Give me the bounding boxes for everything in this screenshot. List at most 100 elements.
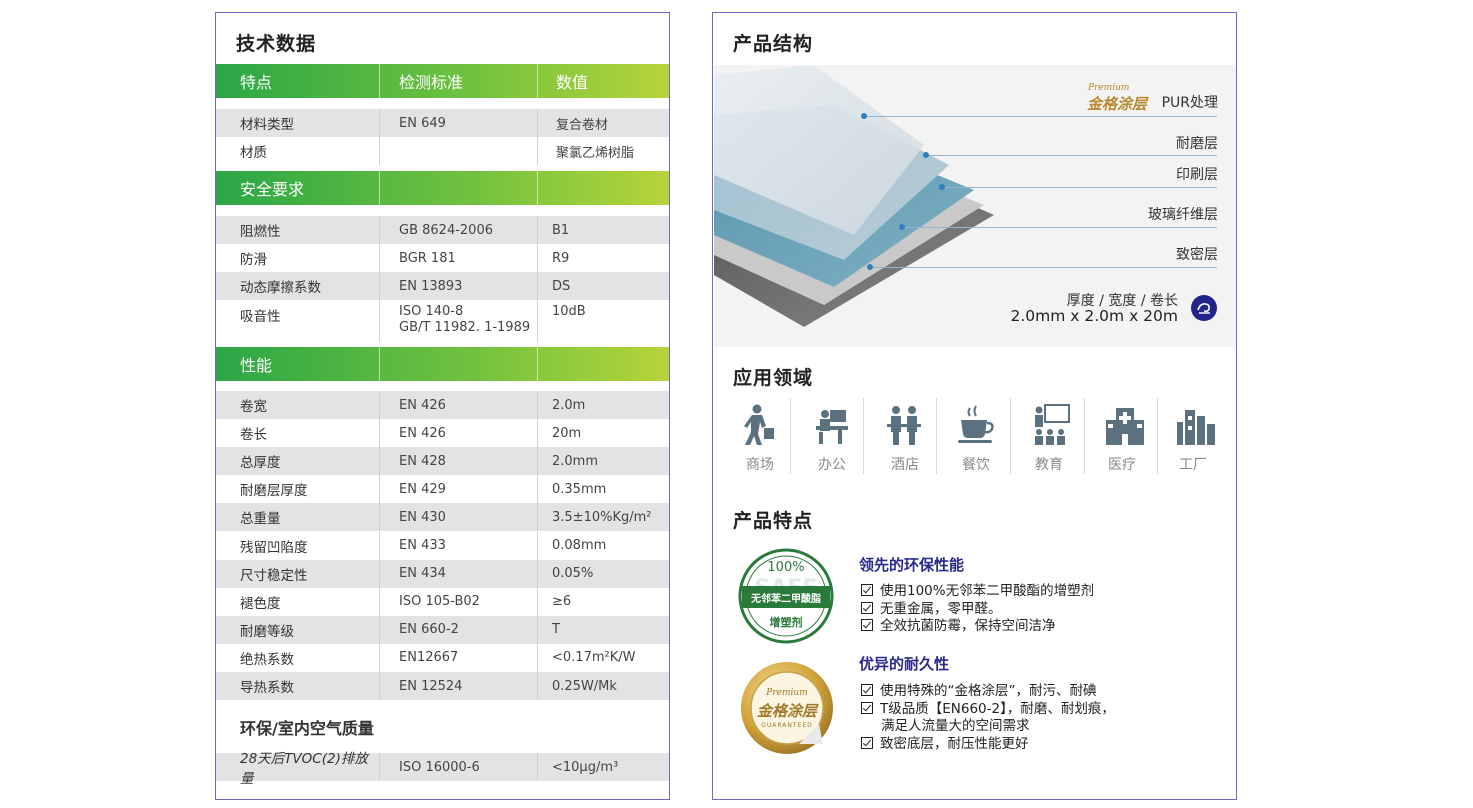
row-value: 2.0mm	[552, 453, 599, 469]
office-desk-icon	[816, 410, 848, 444]
header-feature: 特点	[240, 73, 273, 92]
row-name: 动态摩擦系数	[240, 280, 321, 296]
row-standard: EN 12524	[399, 678, 463, 694]
feature2-item: 使用特殊的“金格涂层”，耐污、耐碘	[861, 679, 1097, 699]
row-value: 20m	[552, 425, 582, 441]
row-standard-line2: GB/T 11982. 1-1989	[399, 320, 531, 335]
row-name: 导热系数	[240, 680, 294, 696]
layer-label-print: 印刷层	[1176, 167, 1218, 183]
row-value: DS	[552, 278, 571, 294]
safe-badge: 100% SAFE 无邻苯二甲酸脂 增塑剂	[738, 548, 834, 644]
row-value: <0.17m²K/W	[552, 650, 636, 666]
tech-data-title: 技术数据	[236, 33, 317, 55]
row-value: 复合卷材	[556, 117, 609, 133]
leader-dot	[899, 224, 905, 230]
safe-ribbon: 无邻苯二甲酸脂	[751, 594, 821, 605]
row-name: 吸音性	[240, 309, 281, 325]
row-standard	[399, 137, 549, 165]
hotel-staff-icon	[887, 406, 921, 445]
layer-label-wear: 耐磨层	[1176, 136, 1218, 152]
row-value: 0.08mm	[552, 538, 607, 553]
feature2-title: 优异的耐久性	[859, 655, 950, 673]
safe-percent: 100%	[767, 560, 805, 575]
features-title: 产品特点	[733, 510, 814, 532]
brand-premium: Premium	[1088, 83, 1130, 93]
table-row: 尺寸稳定性 EN 434 0.05%	[216, 559, 669, 588]
row-name: 总厚度	[240, 455, 281, 472]
safety-header: 安全要求	[216, 171, 669, 205]
row-value: <10μg/m³	[552, 759, 619, 775]
row-name: 尺寸稳定性	[240, 567, 308, 584]
table-row: 卷宽 EN 426 2.0m	[216, 391, 669, 419]
row-name: 材质	[240, 145, 267, 161]
dims-value: 2.0mm x 2.0m x 20m	[1010, 307, 1178, 325]
env-header: 环保/室内空气质量	[240, 719, 374, 738]
performance-header: 性能	[216, 347, 669, 381]
row-value: 0.05%	[552, 566, 594, 582]
row-standard: EN 429	[399, 481, 446, 497]
table-row: 阻燃性 GB 8624-2006 B1	[216, 216, 669, 244]
table-row: 材质 聚氯乙烯树脂	[216, 137, 669, 165]
application-title: 应用领域	[733, 367, 814, 389]
table-row: 绝热系数 EN12667 <0.17m²K/W	[216, 643, 669, 672]
feature1-item: 全效抗菌防霉，保持空间洁净	[861, 614, 1056, 634]
row-standard: EN 13893	[399, 278, 463, 294]
row-value: ≥6	[552, 594, 572, 610]
brand-logo: 金格涂层	[1087, 95, 1148, 113]
app-hotel: 酒店	[870, 398, 940, 474]
row-value: 2.0m	[552, 397, 586, 413]
table-row: 防滑 BGR 181 R9	[216, 244, 669, 272]
leader-line	[903, 227, 1217, 228]
app-label: 酒店	[891, 457, 919, 473]
header-value: 数值	[556, 73, 589, 92]
safe-bottom: 增塑剂	[769, 616, 803, 629]
app-label: 医疗	[1108, 457, 1136, 473]
roll-icon	[1191, 295, 1217, 321]
row-standard: GB 8624-2006	[399, 222, 493, 238]
feature2-item-cont: 满足人流量大的空间需求	[881, 718, 1030, 734]
feature1-item: 使用100%无邻苯二甲酸酯的增塑剂	[861, 579, 1094, 599]
row-standard: BGR 181	[399, 250, 456, 266]
table-row: 动态摩擦系数 EN 13893 DS	[216, 272, 669, 300]
row-standard: EN12667	[399, 650, 459, 666]
app-label: 办公	[818, 457, 846, 473]
app-label: 商场	[746, 457, 774, 473]
checkbox-icon	[861, 619, 873, 631]
row-name: 卷长	[240, 427, 267, 444]
tech-data-panel: 技术数据 特点 检测标准 数值 材料类型 EN 649 复合卷材 材质 聚氯乙烯…	[215, 12, 670, 800]
leader-line	[865, 116, 1217, 117]
row-name: 28天后TVOC(2)排放量	[240, 751, 368, 787]
shopper-icon	[744, 404, 774, 445]
row-name: 防滑	[240, 252, 267, 268]
row-standard: ISO 16000-6	[399, 759, 480, 775]
row-standard: EN 649	[399, 115, 446, 131]
app-office: 办公	[797, 398, 867, 474]
checkbox-icon	[861, 737, 873, 749]
row-standard: ISO 105-B02	[399, 594, 480, 610]
performance-header-label: 性能	[240, 356, 273, 375]
gold-badge: Premium 金格涂层 GUARANTEED	[739, 660, 835, 756]
row-value: 0.35mm	[552, 481, 607, 497]
safety-header-label: 安全要求	[240, 180, 305, 199]
feature1-title: 领先的环保性能	[859, 556, 965, 574]
table-row: 耐磨等级 EN 660-2 T	[216, 615, 669, 644]
layer-label-fiberglass: 玻璃纤维层	[1148, 207, 1218, 223]
table-row: 吸音性 ISO 140-8 GB/T 11982. 1-1989 10dB	[216, 300, 669, 342]
gold-logo: 金格涂层	[756, 702, 817, 720]
row-standard: EN 434	[399, 566, 446, 582]
row-name: 耐磨等级	[240, 623, 294, 640]
row-standard-line1: ISO 140-8	[399, 304, 464, 319]
leader-line	[943, 187, 1217, 188]
leader-dot	[923, 152, 929, 158]
factory-icon	[1177, 410, 1215, 445]
row-value: 10dB	[552, 304, 586, 319]
row-standard: EN 428	[399, 453, 446, 469]
checkbox-icon	[861, 602, 873, 614]
row-standard: EN 433	[399, 538, 446, 553]
row-value: B1	[552, 222, 570, 238]
app-factory: 工厂	[1158, 398, 1228, 474]
table-row: 总厚度 EN 428 2.0mm	[216, 447, 669, 476]
table-header: 特点 检测标准 数值	[216, 64, 669, 98]
app-mall: 商场	[725, 398, 795, 474]
leader-dot	[939, 184, 945, 190]
